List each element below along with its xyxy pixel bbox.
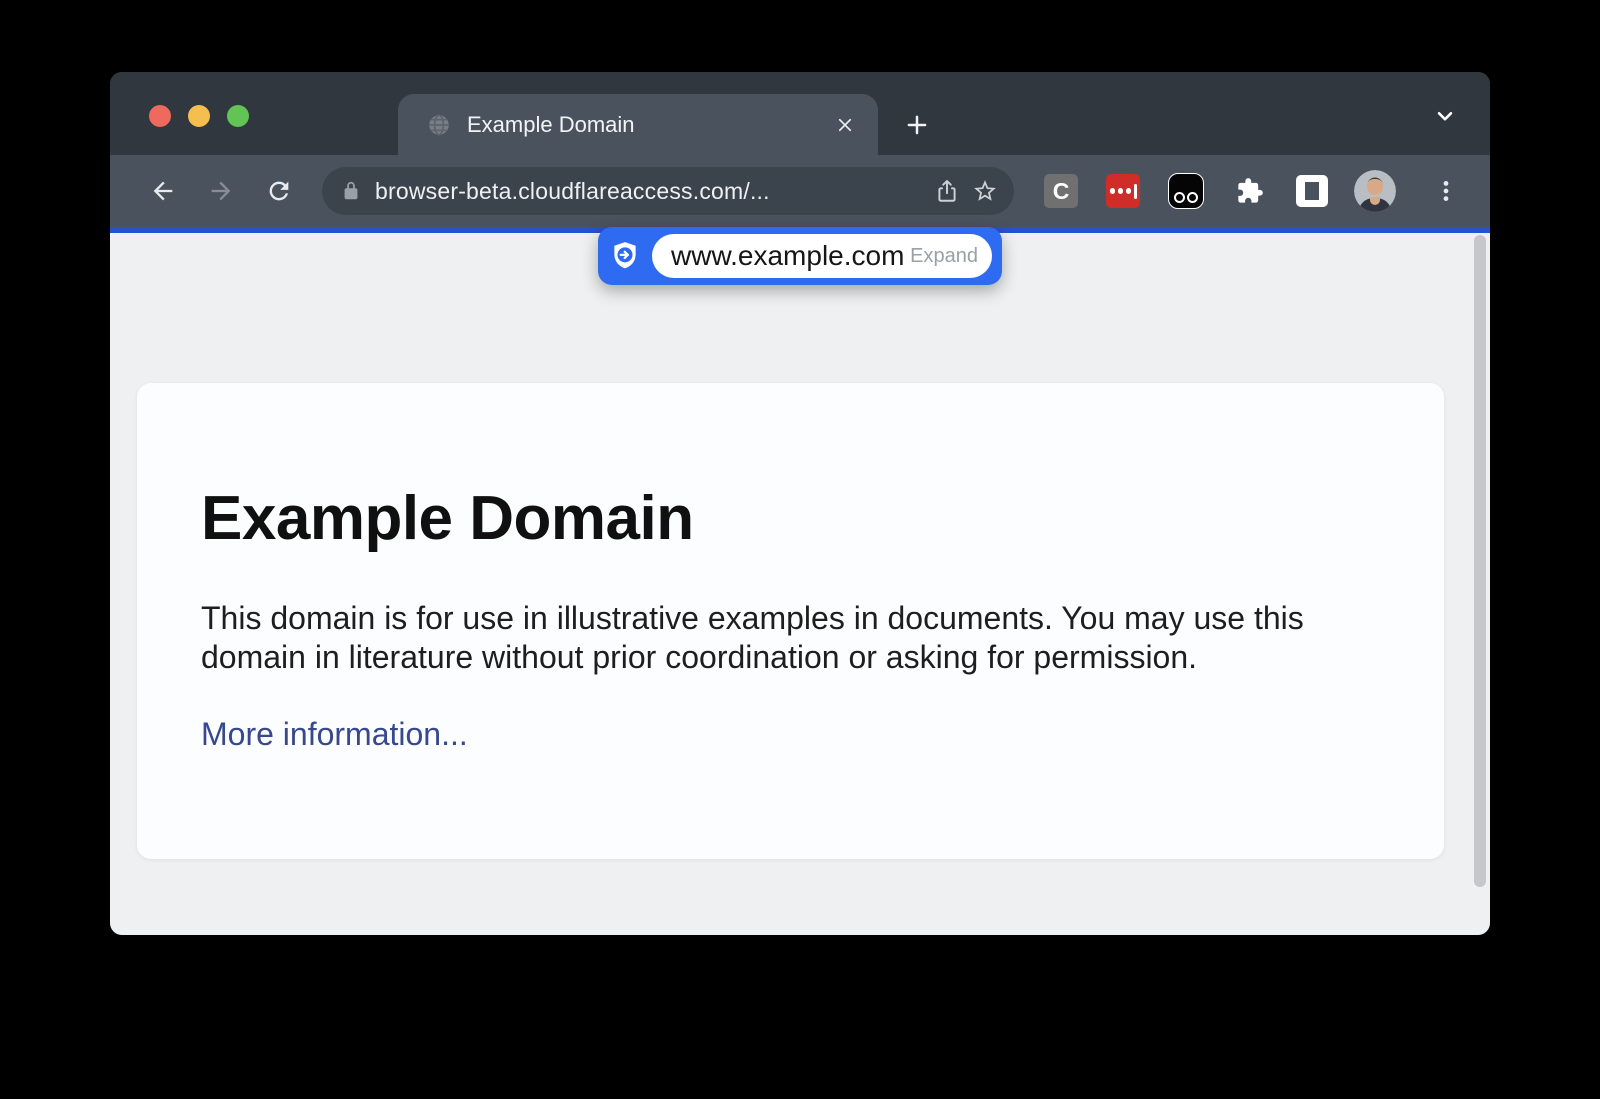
side-panel-icon[interactable] bbox=[1296, 175, 1328, 207]
url-text[interactable]: browser-beta.cloudflareaccess.com/... bbox=[375, 178, 928, 205]
toolbar: browser-beta.cloudflareaccess.com/... C bbox=[110, 155, 1490, 227]
isolation-strip: www.example.com Expand bbox=[110, 227, 1490, 233]
page-paragraph: This domain is for use in illustrative e… bbox=[201, 599, 1371, 676]
extensions-row: C bbox=[1044, 173, 1328, 209]
tab-title: Example Domain bbox=[467, 112, 828, 138]
scrollbar-thumb[interactable] bbox=[1474, 235, 1486, 887]
extensions-puzzle-icon[interactable] bbox=[1232, 173, 1268, 209]
new-tab-button[interactable] bbox=[898, 106, 936, 144]
lock-icon bbox=[340, 180, 362, 202]
extension-c-icon[interactable]: C bbox=[1044, 174, 1078, 208]
isolation-site-pill[interactable]: www.example.com Expand bbox=[652, 234, 992, 278]
page-viewport: Example Domain This domain is for use in… bbox=[110, 233, 1490, 935]
isolation-site-url: www.example.com bbox=[671, 240, 904, 272]
browser-menu-icon[interactable] bbox=[1428, 170, 1464, 212]
bookmark-star-icon[interactable] bbox=[966, 172, 1004, 210]
address-bar[interactable]: browser-beta.cloudflareaccess.com/... bbox=[322, 167, 1014, 215]
tab-search-chevron-icon[interactable] bbox=[1426, 102, 1464, 130]
expand-button[interactable]: Expand bbox=[910, 245, 978, 268]
close-window-button[interactable] bbox=[149, 105, 171, 127]
browser-window: Example Domain bbox=[110, 72, 1490, 935]
back-icon[interactable] bbox=[140, 168, 186, 214]
more-information-link[interactable]: More information... bbox=[201, 716, 468, 753]
share-icon[interactable] bbox=[928, 172, 966, 210]
reload-icon[interactable] bbox=[256, 168, 302, 214]
forward-icon[interactable] bbox=[198, 168, 244, 214]
isolation-shield-icon bbox=[598, 239, 652, 273]
extension-lastpass-icon[interactable] bbox=[1106, 174, 1140, 208]
minimize-window-button[interactable] bbox=[188, 105, 210, 127]
profile-avatar[interactable] bbox=[1354, 170, 1396, 212]
zoom-window-button[interactable] bbox=[227, 105, 249, 127]
window-controls bbox=[149, 105, 249, 127]
desktop-background: Example Domain bbox=[0, 0, 1600, 1099]
globe-favicon-icon bbox=[426, 112, 452, 138]
extension-two-circles-icon[interactable] bbox=[1168, 173, 1204, 209]
tab-strip: Example Domain bbox=[110, 72, 1490, 155]
tab-close-icon[interactable] bbox=[828, 108, 862, 142]
isolation-url-widget[interactable]: www.example.com Expand bbox=[598, 227, 1002, 285]
tab-example-domain[interactable]: Example Domain bbox=[398, 94, 878, 155]
content-card: Example Domain This domain is for use in… bbox=[137, 383, 1444, 859]
page-title: Example Domain bbox=[201, 485, 1374, 553]
